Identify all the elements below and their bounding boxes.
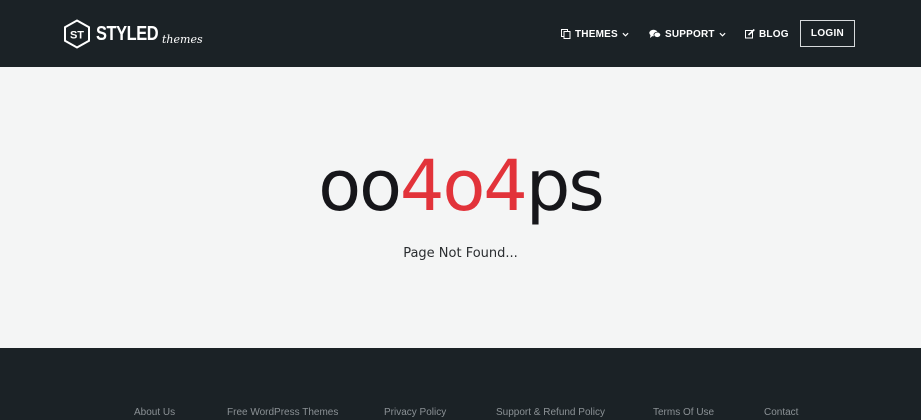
nav-themes[interactable]: THEMES — [561, 27, 629, 41]
footer-link-terms[interactable]: Terms Of Use — [653, 407, 714, 418]
site-footer: About Us Free WordPress Themes Privacy P… — [0, 348, 921, 420]
footer-link-free-themes[interactable]: Free WordPress Themes — [227, 407, 338, 418]
nav-support[interactable]: SUPPORT — [649, 27, 726, 41]
error-subtitle: Page Not Found... — [403, 246, 518, 261]
nav-blog[interactable]: BLOG — [745, 27, 789, 41]
error-title-prefix: oo — [318, 145, 402, 227]
error-title-suffix: ps — [525, 145, 605, 227]
chat-bubbles-icon — [649, 29, 661, 38]
footer-link-privacy[interactable]: Privacy Policy — [384, 407, 446, 418]
chevron-down-icon — [622, 32, 629, 37]
nav-themes-label: THEMES — [575, 28, 618, 40]
error-content: oo4o4ps Page Not Found... — [0, 67, 921, 348]
chevron-down-icon — [719, 32, 726, 37]
footer-link-refund[interactable]: Support & Refund Policy — [496, 407, 605, 418]
edit-icon — [745, 29, 755, 39]
footer-link-about[interactable]: About Us — [134, 407, 175, 418]
error-title: oo4o4ps — [0, 143, 921, 229]
main-nav: THEMES SUPPORT BLOG LOGIN — [0, 0, 921, 67]
footer-link-contact[interactable]: Contact — [764, 407, 798, 418]
nav-support-label: SUPPORT — [665, 28, 715, 40]
site-header: ST STYLED themes THEMES SUPPORT BLOG LOG… — [0, 0, 921, 67]
nav-blog-label: BLOG — [759, 28, 789, 40]
copy-icon — [561, 29, 571, 39]
login-button[interactable]: LOGIN — [800, 20, 855, 47]
error-title-code: 4o4 — [399, 145, 528, 227]
